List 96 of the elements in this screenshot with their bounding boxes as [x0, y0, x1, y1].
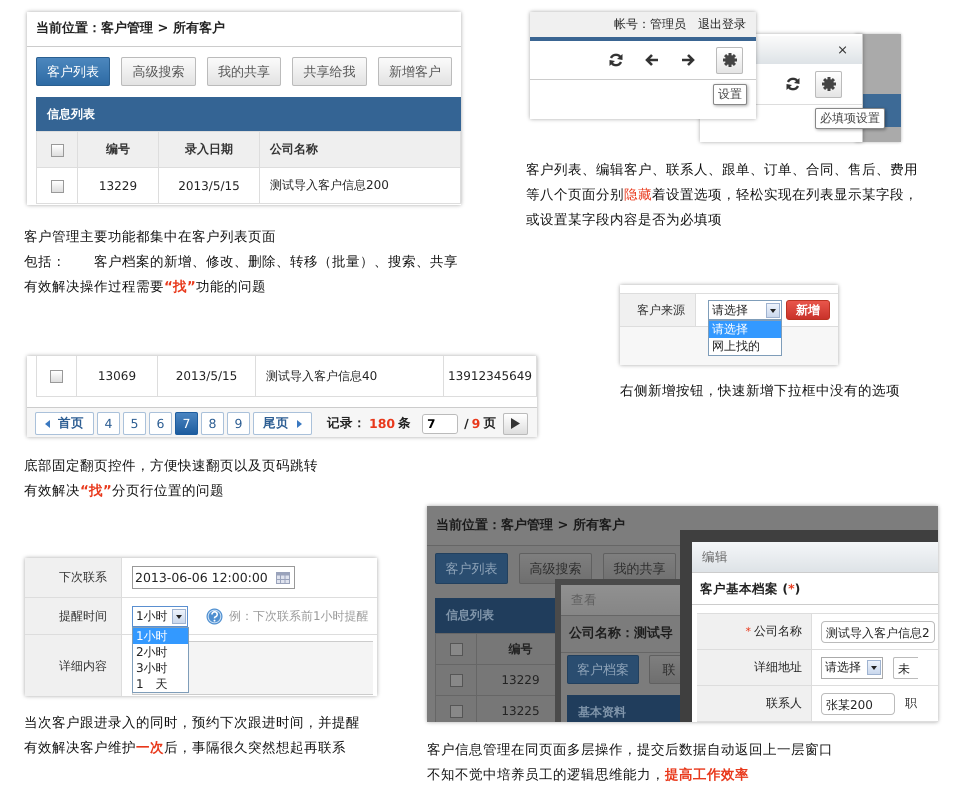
- window-title: 编辑: [692, 542, 938, 573]
- select-field[interactable]: 请选择: [821, 656, 883, 678]
- hint-text: 例：下次联系前1小时提醒: [229, 608, 369, 624]
- caret-icon: [766, 302, 780, 318]
- next-page-button[interactable]: [503, 412, 528, 434]
- right-arrow-icon: [680, 53, 696, 67]
- date-field[interactable]: 2013-06-06 12:00:00: [132, 566, 295, 589]
- page-button[interactable]: 5: [123, 412, 146, 435]
- checkbox[interactable]: [450, 705, 462, 718]
- refresh-icon: [785, 76, 801, 92]
- page-button[interactable]: 9: [227, 412, 250, 435]
- caption-text: 有效解决“找”分页行位置的问题: [24, 482, 225, 501]
- tab-button[interactable]: 新增客户: [378, 57, 452, 86]
- logout-link[interactable]: 退出登录: [698, 12, 746, 37]
- text-field[interactable]: 张某200: [821, 692, 895, 714]
- select-field[interactable]: 未: [893, 656, 918, 678]
- left-triangle-icon: [45, 420, 50, 428]
- page-button[interactable]: 4: [97, 412, 120, 435]
- account-label: 帐号：管理员: [614, 16, 686, 33]
- caption-text: 有效解决客户维护一次后，事隔很久突然想起再联系: [24, 739, 347, 758]
- tab-button[interactable]: 高级搜索: [121, 57, 196, 86]
- first-page-button[interactable]: 首页: [35, 412, 94, 435]
- select-field[interactable]: 请选择: [708, 300, 782, 320]
- caption-text: 底部固定翻页控件，方便快速翻页以及页码跳转: [24, 457, 318, 476]
- caption-label: 包括：: [24, 253, 67, 272]
- table-cell: 2013/5/15: [158, 168, 260, 204]
- caption-text: 等八个页面分别隐藏着设置选项，轻松实现在列表显示某字段，: [526, 186, 918, 205]
- select-field[interactable]: 1小时: [132, 606, 188, 626]
- right-triangle-icon: [297, 420, 302, 428]
- help-icon: [206, 608, 223, 624]
- field-label: 联系人: [766, 695, 802, 712]
- table-cell: 13229: [78, 168, 158, 204]
- page-button[interactable]: 8: [201, 412, 224, 435]
- tooltip: 必填项设置: [815, 108, 885, 129]
- settings-button[interactable]: [815, 70, 842, 98]
- record-count: 180: [369, 416, 396, 431]
- checkbox[interactable]: [450, 674, 462, 688]
- page-separator: /: [464, 416, 469, 431]
- caption-text: 或设置某字段内容是否为必填项: [526, 211, 723, 230]
- settings-icon: [820, 76, 836, 92]
- table-cell: 13912345649: [444, 356, 536, 396]
- checkbox[interactable]: [450, 643, 462, 656]
- last-page-button[interactable]: 尾页: [253, 412, 312, 435]
- refresh-icon: [608, 52, 624, 68]
- table-cell: 测试导入客户信息200: [260, 168, 460, 204]
- page-button[interactable]: 6: [149, 412, 172, 435]
- total-pages: 9: [472, 416, 480, 431]
- settings-button[interactable]: [716, 46, 743, 74]
- record-label: 记录：: [327, 415, 366, 432]
- caret-icon: [867, 660, 881, 675]
- field-label: 客户来源: [620, 294, 696, 326]
- caption-text: 当次客户跟进录入的同时，预约下次跟进时间，并提醒: [24, 714, 360, 733]
- record-unit: 条: [398, 415, 412, 432]
- column-header: 公司名称: [260, 132, 460, 168]
- caption-text: 客户列表、编辑客户、联系人、跟单、订单、合同、售后、费用: [526, 161, 918, 180]
- text-field[interactable]: 测试导入客户信息2: [821, 620, 935, 642]
- column-header: 编号: [78, 132, 158, 168]
- caret-icon: [172, 608, 186, 624]
- table-cell: 测试导入客户信息40: [256, 356, 444, 396]
- dropdown-option[interactable]: 网上找的: [709, 338, 781, 355]
- play-icon: [511, 418, 520, 429]
- caption-text: 客户管理主要功能都集中在客户列表页面: [24, 228, 277, 247]
- checkbox[interactable]: [50, 370, 63, 384]
- checkbox[interactable]: [50, 180, 64, 193]
- page-button[interactable]: 7: [175, 412, 198, 435]
- page-unit: 页: [483, 415, 496, 432]
- table-cell: 2013/5/15: [158, 356, 256, 396]
- caption-text: 右侧新增按钮，快速新增下拉框中没有的选项: [620, 382, 900, 401]
- close-button[interactable]: ×: [837, 42, 848, 58]
- dropdown-option[interactable]: 2小时: [133, 644, 188, 660]
- window-heading: 客户基本档案 (*): [692, 573, 938, 605]
- field-label: 职: [905, 695, 917, 712]
- tab-button[interactable]: 我的共享: [206, 57, 282, 86]
- tab-button[interactable]: 客户列表: [36, 57, 110, 86]
- column-header: 录入日期: [158, 132, 260, 168]
- table-title: 信息列表: [36, 97, 461, 131]
- field-label: 下次联系: [25, 558, 122, 597]
- tab-button[interactable]: 共享给我: [292, 57, 367, 86]
- left-arrow-icon: [644, 53, 660, 67]
- breadcrumb: 当前位置：客户管理 > 所有客户: [27, 12, 461, 47]
- caption-text: 不知不觉中培养员工的逻辑思维能力，提高工作效率: [427, 766, 750, 785]
- add-button[interactable]: 新增: [786, 300, 830, 320]
- caption-text: 有效解决操作过程需要“找”功能的问题: [24, 278, 267, 297]
- dropdown-option[interactable]: 1 天: [133, 676, 188, 692]
- tooltip: 设置: [713, 84, 747, 105]
- field-label: 详细内容: [25, 635, 122, 696]
- caption-text: 客户信息管理在同页面多层操作，提交后数据自动返回上一层窗口: [427, 741, 833, 760]
- page-input[interactable]: 7: [422, 414, 458, 434]
- table-cell: 13069: [76, 356, 158, 396]
- dropdown-option[interactable]: 3小时: [133, 660, 188, 676]
- field-label: 提醒时间: [25, 598, 122, 634]
- settings-icon: [722, 52, 738, 68]
- checkbox[interactable]: [50, 144, 64, 157]
- caption-text: 客户档案的新增、修改、删除、转移（批量）、搜索、共享: [94, 253, 458, 272]
- field-label: 详细地址: [754, 659, 802, 676]
- calendar-icon: [276, 572, 290, 584]
